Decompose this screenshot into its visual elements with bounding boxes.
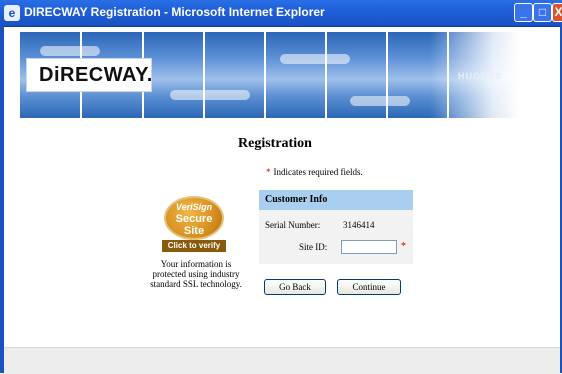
go-back-button[interactable]: Go Back: [264, 279, 326, 295]
serial-number-value: 3146414: [343, 220, 375, 230]
site-id-input[interactable]: [341, 240, 397, 254]
window-title: DIRECWAY Registration - Microsoft Intern…: [24, 5, 325, 19]
internet-explorer-icon: e: [4, 5, 20, 21]
click-to-verify-link[interactable]: Click to verify: [162, 240, 226, 252]
customer-info-panel: Customer Info Serial Number: 3146414 Sit…: [259, 190, 413, 264]
site-id-required-marker: *: [401, 241, 406, 252]
cloud-decoration: [350, 96, 410, 106]
cloud-decoration: [280, 54, 350, 64]
banner-divider: [264, 32, 266, 118]
logo-text: DiRECWAY.: [39, 64, 153, 86]
cloud-decoration: [40, 46, 100, 56]
site-label: Site: [183, 225, 205, 237]
verisign-secure-site-badge[interactable]: VeriSign Secure Site Click to verify: [160, 196, 228, 254]
customer-info-header: Customer Info: [259, 190, 413, 210]
continue-button[interactable]: Continue: [337, 279, 401, 295]
page-title: Registration: [238, 136, 312, 151]
cloud-decoration: [170, 90, 250, 100]
header-banner: DiRECWAY. HUGHES: [20, 32, 520, 118]
banner-divider: [325, 32, 327, 118]
window-frame-left: [0, 26, 4, 373]
ssl-protection-text: Your information is protected using indu…: [150, 259, 242, 289]
site-id-label: Site ID:: [299, 242, 328, 252]
required-fields-note: * Indicates required fields.: [266, 167, 363, 177]
direcway-logo: DiRECWAY.: [26, 58, 152, 92]
verisign-brand: VeriSign: [175, 202, 213, 212]
close-button[interactable]: X: [552, 3, 562, 22]
banner-divider: [203, 32, 205, 118]
serial-number-label: Serial Number:: [265, 220, 321, 230]
minimize-button[interactable]: _: [514, 3, 533, 22]
secure-label: Secure: [175, 213, 213, 225]
required-note-text: Indicates required fields.: [273, 167, 363, 177]
required-marker: *: [266, 167, 271, 177]
page-footer-area: [4, 347, 560, 374]
maximize-button[interactable]: □: [533, 3, 552, 22]
banner-divider: [386, 32, 388, 118]
hughes-logo: HUGHES: [458, 71, 503, 81]
window-title-bar: e DIRECWAY Registration - Microsoft Inte…: [0, 0, 562, 27]
